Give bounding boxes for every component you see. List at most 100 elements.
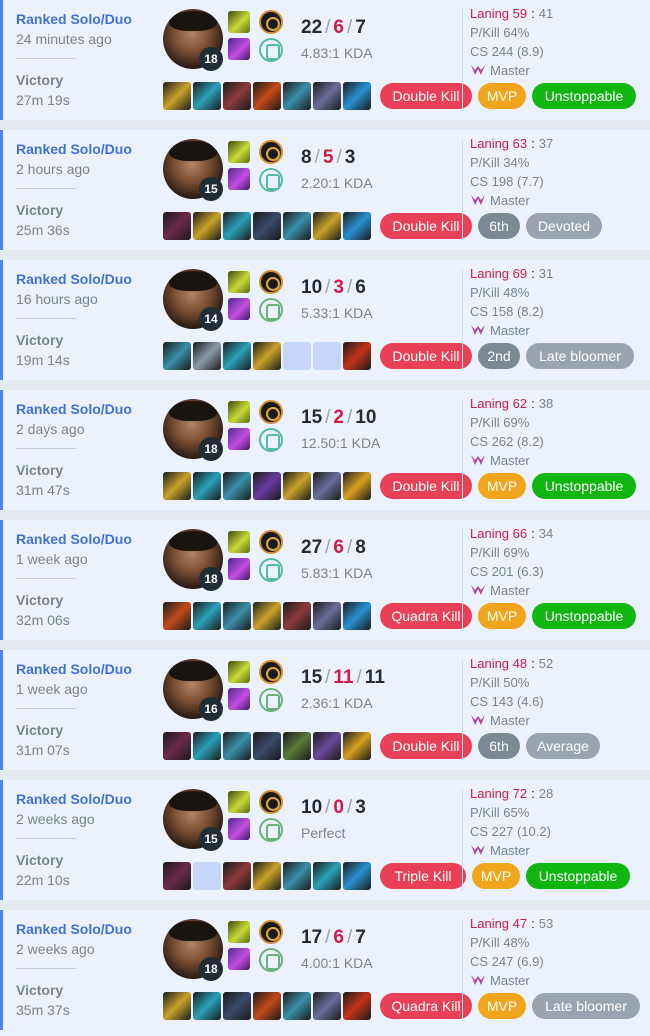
item-icon[interactable]	[283, 732, 311, 760]
item-icon[interactable]	[343, 732, 371, 760]
keystone-rune-icon[interactable]	[259, 920, 283, 944]
item-icon[interactable]	[343, 212, 371, 240]
item-icon[interactable]	[193, 212, 221, 240]
item-icon[interactable]	[223, 342, 251, 370]
ghost-spell-icon[interactable]	[228, 661, 250, 683]
item-icon[interactable]	[343, 992, 371, 1020]
item-icon[interactable]	[313, 602, 341, 630]
item-icon[interactable]	[343, 602, 371, 630]
keystone-rune-icon[interactable]	[259, 660, 283, 684]
item-icon[interactable]	[163, 992, 191, 1020]
item-icon[interactable]	[253, 342, 281, 370]
cleanse-spell-icon[interactable]	[228, 298, 250, 320]
cleanse-spell-icon[interactable]	[228, 558, 250, 580]
match-card[interactable]: Ranked Solo/Duo 2 days ago Victory 31m 47s 1…	[0, 390, 650, 510]
keystone-rune-icon[interactable]	[259, 270, 283, 294]
item-icon[interactable]	[223, 82, 251, 110]
ghost-spell-icon[interactable]	[228, 271, 250, 293]
cleanse-spell-icon[interactable]	[228, 428, 250, 450]
item-icon[interactable]	[163, 82, 191, 110]
ghost-spell-icon[interactable]	[228, 141, 250, 163]
ghost-spell-icon[interactable]	[228, 791, 250, 813]
ghost-spell-icon[interactable]	[228, 11, 250, 33]
resolve-rune-icon[interactable]	[259, 948, 283, 972]
item-icon[interactable]	[283, 82, 311, 110]
resolve-rune-icon[interactable]	[259, 298, 283, 322]
resolve-rune-icon[interactable]	[259, 688, 283, 712]
item-icon[interactable]	[193, 472, 221, 500]
ghost-spell-icon[interactable]	[228, 531, 250, 553]
rank-label: Master	[490, 453, 530, 468]
inspiration-rune-icon[interactable]	[259, 168, 283, 192]
item-icon[interactable]	[163, 732, 191, 760]
item-icon[interactable]	[313, 992, 341, 1020]
item-icon[interactable]	[193, 82, 221, 110]
match-card[interactable]: Ranked Solo/Duo 1 week ago Victory 32m 06s 1…	[0, 520, 650, 640]
match-card[interactable]: Ranked Solo/Duo 16 hours ago Victory 19m 14…	[0, 260, 650, 380]
deaths: 6	[333, 537, 344, 558]
cleanse-spell-icon[interactable]	[228, 818, 250, 840]
item-icon[interactable]	[343, 472, 371, 500]
item-icon[interactable]	[163, 472, 191, 500]
keystone-rune-icon[interactable]	[259, 140, 283, 164]
item-icon[interactable]	[193, 992, 221, 1020]
item-icon[interactable]	[253, 732, 281, 760]
item-icon[interactable]	[343, 862, 371, 890]
item-icon[interactable]	[313, 82, 341, 110]
match-card[interactable]: Ranked Solo/Duo 2 weeks ago Victory 35m 37s…	[0, 910, 650, 1030]
item-icon[interactable]	[283, 862, 311, 890]
item-icon[interactable]	[253, 862, 281, 890]
inspiration-rune-icon[interactable]	[259, 38, 283, 62]
item-icon[interactable]	[223, 472, 251, 500]
item-icon[interactable]	[163, 342, 191, 370]
item-icon[interactable]	[283, 472, 311, 500]
item-icon[interactable]	[253, 212, 281, 240]
laning-score: Laning 47:53	[470, 914, 553, 933]
item-icon[interactable]	[193, 732, 221, 760]
item-icon[interactable]	[163, 602, 191, 630]
item-icon[interactable]	[343, 342, 371, 370]
item-icon[interactable]	[313, 212, 341, 240]
cleanse-spell-icon[interactable]	[228, 948, 250, 970]
match-card[interactable]: Ranked Solo/Duo 2 weeks ago Victory 22m 10s…	[0, 780, 650, 900]
item-icon[interactable]	[253, 992, 281, 1020]
item-icon[interactable]	[283, 602, 311, 630]
match-card[interactable]: Ranked Solo/Duo 24 minutes ago Victory 27m …	[0, 0, 650, 120]
item-icon[interactable]	[223, 732, 251, 760]
item-icon[interactable]	[253, 82, 281, 110]
item-icon[interactable]	[313, 732, 341, 760]
cleanse-spell-icon[interactable]	[228, 688, 250, 710]
match-card[interactable]: Ranked Solo/Duo 2 hours ago Victory 25m 36s…	[0, 130, 650, 250]
item-icon[interactable]	[223, 862, 251, 890]
match-result: Victory	[16, 982, 64, 998]
ghost-spell-icon[interactable]	[228, 921, 250, 943]
item-icon[interactable]	[193, 602, 221, 630]
keystone-rune-icon[interactable]	[259, 10, 283, 34]
inspiration-rune-icon[interactable]	[259, 558, 283, 582]
item-icon[interactable]	[163, 212, 191, 240]
item-icon[interactable]	[223, 602, 251, 630]
item-icon[interactable]	[343, 82, 371, 110]
match-stats: Laning 62:38 P/Kill 69% CS 262 (8.2) Master	[470, 394, 553, 470]
item-icon[interactable]	[313, 862, 341, 890]
item-icon[interactable]	[253, 472, 281, 500]
item-icon[interactable]	[313, 472, 341, 500]
cleanse-spell-icon[interactable]	[228, 38, 250, 60]
item-icon[interactable]	[253, 602, 281, 630]
cleanse-spell-icon[interactable]	[228, 168, 250, 190]
keystone-rune-icon[interactable]	[259, 530, 283, 554]
ghost-spell-icon[interactable]	[228, 401, 250, 423]
laning-label: Laning 63	[470, 136, 528, 151]
item-icon[interactable]	[283, 212, 311, 240]
match-card[interactable]: Ranked Solo/Duo 1 week ago Victory 31m 07s 1…	[0, 650, 650, 770]
keystone-rune-icon[interactable]	[259, 790, 283, 814]
item-icon[interactable]	[283, 992, 311, 1020]
item-icon[interactable]	[223, 992, 251, 1020]
item-icon[interactable]	[163, 862, 191, 890]
item-icon[interactable]	[193, 342, 221, 370]
champion-level: 18	[199, 437, 223, 461]
keystone-rune-icon[interactable]	[259, 400, 283, 424]
inspiration-rune-icon[interactable]	[259, 428, 283, 452]
resolve-rune-icon[interactable]	[259, 818, 283, 842]
item-icon[interactable]	[223, 212, 251, 240]
